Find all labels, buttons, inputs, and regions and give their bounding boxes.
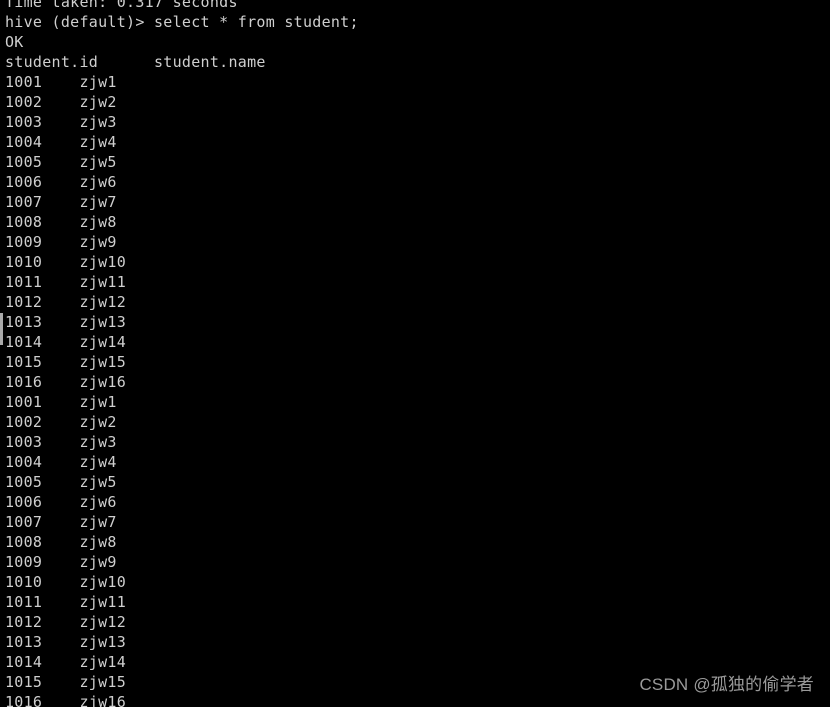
- terminal-output[interactable]: Time taken: 0.317 seconds hive (default)>…: [0, 0, 830, 707]
- terminal-line: 1005 zjw5: [5, 153, 117, 171]
- terminal-line: 1012 zjw12: [5, 613, 127, 631]
- terminal-line: 1004 zjw4: [5, 133, 117, 151]
- terminal-line: 1001 zjw1: [5, 393, 117, 411]
- terminal-line: Time taken: 0.317 seconds: [5, 0, 238, 11]
- terminal-line: student.id student.name: [5, 53, 266, 71]
- terminal-line: 1002 zjw2: [5, 413, 117, 431]
- text-cursor: [0, 313, 3, 345]
- terminal-line: 1011 zjw11: [5, 273, 127, 291]
- terminal-line: 1010 zjw10: [5, 253, 127, 271]
- terminal-line: 1006 zjw6: [5, 173, 117, 191]
- terminal-line: 1007 zjw7: [5, 513, 117, 531]
- terminal-line: 1006 zjw6: [5, 493, 117, 511]
- terminal-line: 1005 zjw5: [5, 473, 117, 491]
- terminal-line: 1014 zjw14: [5, 333, 127, 351]
- terminal-line: 1009 zjw9: [5, 233, 117, 251]
- terminal-line: 1012 zjw12: [5, 293, 127, 311]
- terminal-line: 1003 zjw3: [5, 113, 117, 131]
- terminal-line: 1010 zjw10: [5, 573, 127, 591]
- terminal-window[interactable]: Time taken: 0.317 seconds hive (default)>…: [0, 0, 830, 707]
- terminal-line: 1007 zjw7: [5, 193, 117, 211]
- terminal-line: 1011 zjw11: [5, 593, 127, 611]
- terminal-line: hive (default)> select * from student;: [5, 13, 359, 31]
- terminal-line: 1001 zjw1: [5, 73, 117, 91]
- terminal-line: OK: [5, 33, 24, 51]
- terminal-line: 1013 zjw13: [5, 633, 127, 651]
- csdn-watermark: CSDN @孤独的偷学者: [639, 675, 814, 694]
- terminal-line: 1013 zjw13: [5, 313, 127, 331]
- terminal-line: 1014 zjw14: [5, 653, 127, 671]
- terminal-line: 1008 zjw8: [5, 533, 117, 551]
- terminal-line: 1003 zjw3: [5, 433, 117, 451]
- terminal-line: 1009 zjw9: [5, 553, 117, 571]
- terminal-line: 1004 zjw4: [5, 453, 117, 471]
- terminal-line: 1015 zjw15: [5, 353, 127, 371]
- terminal-line: 1016 zjw16: [5, 373, 127, 391]
- terminal-line: 1008 zjw8: [5, 213, 117, 231]
- terminal-line: 1002 zjw2: [5, 93, 117, 111]
